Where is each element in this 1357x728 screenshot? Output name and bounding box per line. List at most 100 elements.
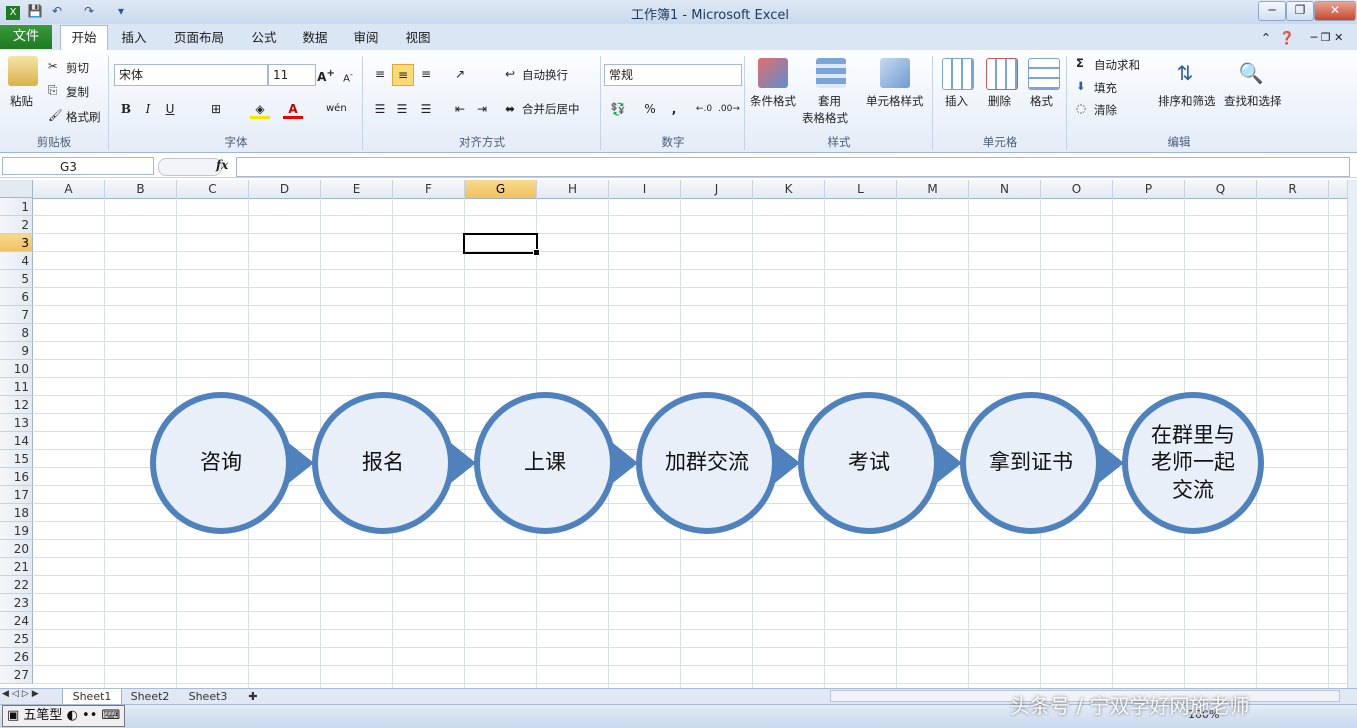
wrap-text-button[interactable]: 自动换行 xyxy=(522,67,568,83)
row-header[interactable]: 1 xyxy=(0,198,33,216)
wrap-text-icon[interactable]: ↩ xyxy=(500,64,520,84)
format-painter-button[interactable]: 格式刷 xyxy=(66,109,101,125)
border-icon[interactable]: ⊞ xyxy=(206,99,226,119)
cut-button[interactable]: 剪切 xyxy=(66,60,89,76)
align-right-icon[interactable]: ☰ xyxy=(416,99,436,119)
insert-cells-icon[interactable] xyxy=(942,58,974,90)
row-header[interactable]: 24 xyxy=(0,612,33,630)
copy-button[interactable]: 复制 xyxy=(66,84,89,100)
ime-toolbar[interactable]: ▣ 五笔型 ◐ •• ⌨ xyxy=(2,705,126,727)
column-header[interactable]: G xyxy=(465,180,537,198)
row-header[interactable]: 13 xyxy=(0,414,33,432)
paste-icon[interactable] xyxy=(8,56,38,86)
merge-center-icon[interactable]: ⬌ xyxy=(500,99,520,119)
process-step[interactable]: 加群交流 xyxy=(636,392,778,534)
comma-style-icon[interactable]: , xyxy=(664,99,684,119)
row-header[interactable]: 18 xyxy=(0,504,33,522)
column-header[interactable]: I xyxy=(609,180,681,198)
column-header[interactable]: D xyxy=(249,180,321,198)
tab-data[interactable]: 数据 xyxy=(297,28,333,48)
process-step[interactable]: 上课 xyxy=(474,392,616,534)
sort-filter-button[interactable]: 排序和筛选 xyxy=(1158,93,1216,109)
increase-indent-icon[interactable]: ⇥ xyxy=(472,99,492,119)
row-header[interactable]: 22 xyxy=(0,576,33,594)
percent-icon[interactable]: % xyxy=(640,99,660,119)
column-header[interactable]: A xyxy=(33,180,105,198)
increase-decimal-icon[interactable]: ←.0 xyxy=(694,99,714,119)
row-header[interactable]: 9 xyxy=(0,342,33,360)
sheet-nav-arrows-icon[interactable]: ◀◁▷▶ xyxy=(2,689,42,699)
row-header[interactable]: 26 xyxy=(0,648,33,666)
phonetic-icon[interactable]: wén xyxy=(326,99,347,119)
row-header[interactable]: 23 xyxy=(0,594,33,612)
insert-cells-button[interactable]: 插入 xyxy=(945,93,968,109)
minimize-button[interactable]: ─ xyxy=(1258,1,1286,21)
column-header[interactable]: E xyxy=(321,180,393,198)
cell-styles-button[interactable]: 单元格样式 xyxy=(866,93,924,109)
align-left-icon[interactable]: ☰ xyxy=(370,99,390,119)
grow-font-icon[interactable]: A+ xyxy=(316,64,336,84)
find-select-button[interactable]: 查找和选择 xyxy=(1224,93,1282,109)
column-header[interactable]: P xyxy=(1113,180,1185,198)
conditional-format-button[interactable]: 条件格式 xyxy=(750,93,796,109)
tab-page-layout[interactable]: 页面布局 xyxy=(168,28,230,48)
fill-button[interactable]: 填充 xyxy=(1094,80,1117,96)
fill-handle[interactable] xyxy=(533,249,540,256)
insert-function-icon[interactable]: fx xyxy=(216,158,228,172)
italic-icon[interactable]: I xyxy=(138,99,158,119)
number-format-select[interactable]: 常规 xyxy=(604,64,742,86)
formula-input[interactable] xyxy=(236,157,1350,177)
column-header[interactable]: O xyxy=(1041,180,1113,198)
restore-button[interactable]: ❐ xyxy=(1286,1,1314,21)
row-header[interactable]: 16 xyxy=(0,468,33,486)
name-box[interactable]: G3 xyxy=(2,157,154,175)
row-header[interactable]: 27 xyxy=(0,666,33,684)
row-header[interactable]: 15 xyxy=(0,450,33,468)
paste-button[interactable]: 粘贴 xyxy=(10,93,33,109)
align-top-icon[interactable]: ≡ xyxy=(370,64,390,84)
process-step[interactable]: 报名 xyxy=(312,392,454,534)
vertical-scrollbar[interactable] xyxy=(1347,180,1357,688)
save-icon[interactable]: 💾 xyxy=(26,3,44,20)
help-icon[interactable]: ❓ xyxy=(1278,28,1296,48)
column-header[interactable]: K xyxy=(753,180,825,198)
row-header[interactable]: 2 xyxy=(0,216,33,234)
collapse-ribbon-icon[interactable]: ⌃ xyxy=(1258,28,1274,48)
tab-formulas[interactable]: 公式 xyxy=(246,28,282,48)
bold-icon[interactable]: B xyxy=(116,99,136,119)
selected-cell[interactable] xyxy=(463,233,538,254)
column-header[interactable]: H xyxy=(537,180,609,198)
format-as-table-line1[interactable]: 套用 xyxy=(818,93,841,109)
tab-insert[interactable]: 插入 xyxy=(116,28,152,48)
column-header[interactable]: N xyxy=(969,180,1041,198)
column-header[interactable]: F xyxy=(393,180,465,198)
row-header[interactable]: 21 xyxy=(0,558,33,576)
column-header[interactable]: J xyxy=(681,180,753,198)
column-header[interactable]: R xyxy=(1257,180,1329,198)
sheet-tab-2[interactable]: Sheet2 xyxy=(122,689,178,704)
fill-icon[interactable]: ⬇ xyxy=(1076,79,1086,93)
column-header[interactable]: B xyxy=(105,180,177,198)
process-step[interactable]: 考试 xyxy=(798,392,940,534)
row-header[interactable]: 17 xyxy=(0,486,33,504)
row-header[interactable]: 25 xyxy=(0,630,33,648)
fill-color-icon[interactable]: ◈ xyxy=(250,99,270,119)
autosum-button[interactable]: 自动求和 xyxy=(1094,57,1140,73)
column-header[interactable]: Q xyxy=(1185,180,1257,198)
find-select-icon[interactable]: 🔍 xyxy=(1236,58,1266,88)
close-button[interactable]: ✕ xyxy=(1314,1,1356,21)
orientation-icon[interactable]: ↗ xyxy=(450,64,470,84)
row-header[interactable]: 20 xyxy=(0,540,33,558)
format-cells-icon[interactable] xyxy=(1028,58,1060,90)
row-header[interactable]: 4 xyxy=(0,252,33,270)
workbook-window-controls[interactable]: ─ ❐ ✕ xyxy=(1300,28,1354,48)
row-header[interactable]: 8 xyxy=(0,324,33,342)
row-header[interactable]: 6 xyxy=(0,288,33,306)
row-header[interactable]: 3 xyxy=(0,234,33,252)
clear-button[interactable]: 清除 xyxy=(1094,102,1117,118)
row-header[interactable]: 7 xyxy=(0,306,33,324)
row-header[interactable]: 14 xyxy=(0,432,33,450)
tab-view[interactable]: 视图 xyxy=(400,28,436,48)
align-bottom-icon[interactable]: ≡ xyxy=(416,64,436,84)
accounting-format-icon[interactable]: 💱 xyxy=(608,99,628,119)
